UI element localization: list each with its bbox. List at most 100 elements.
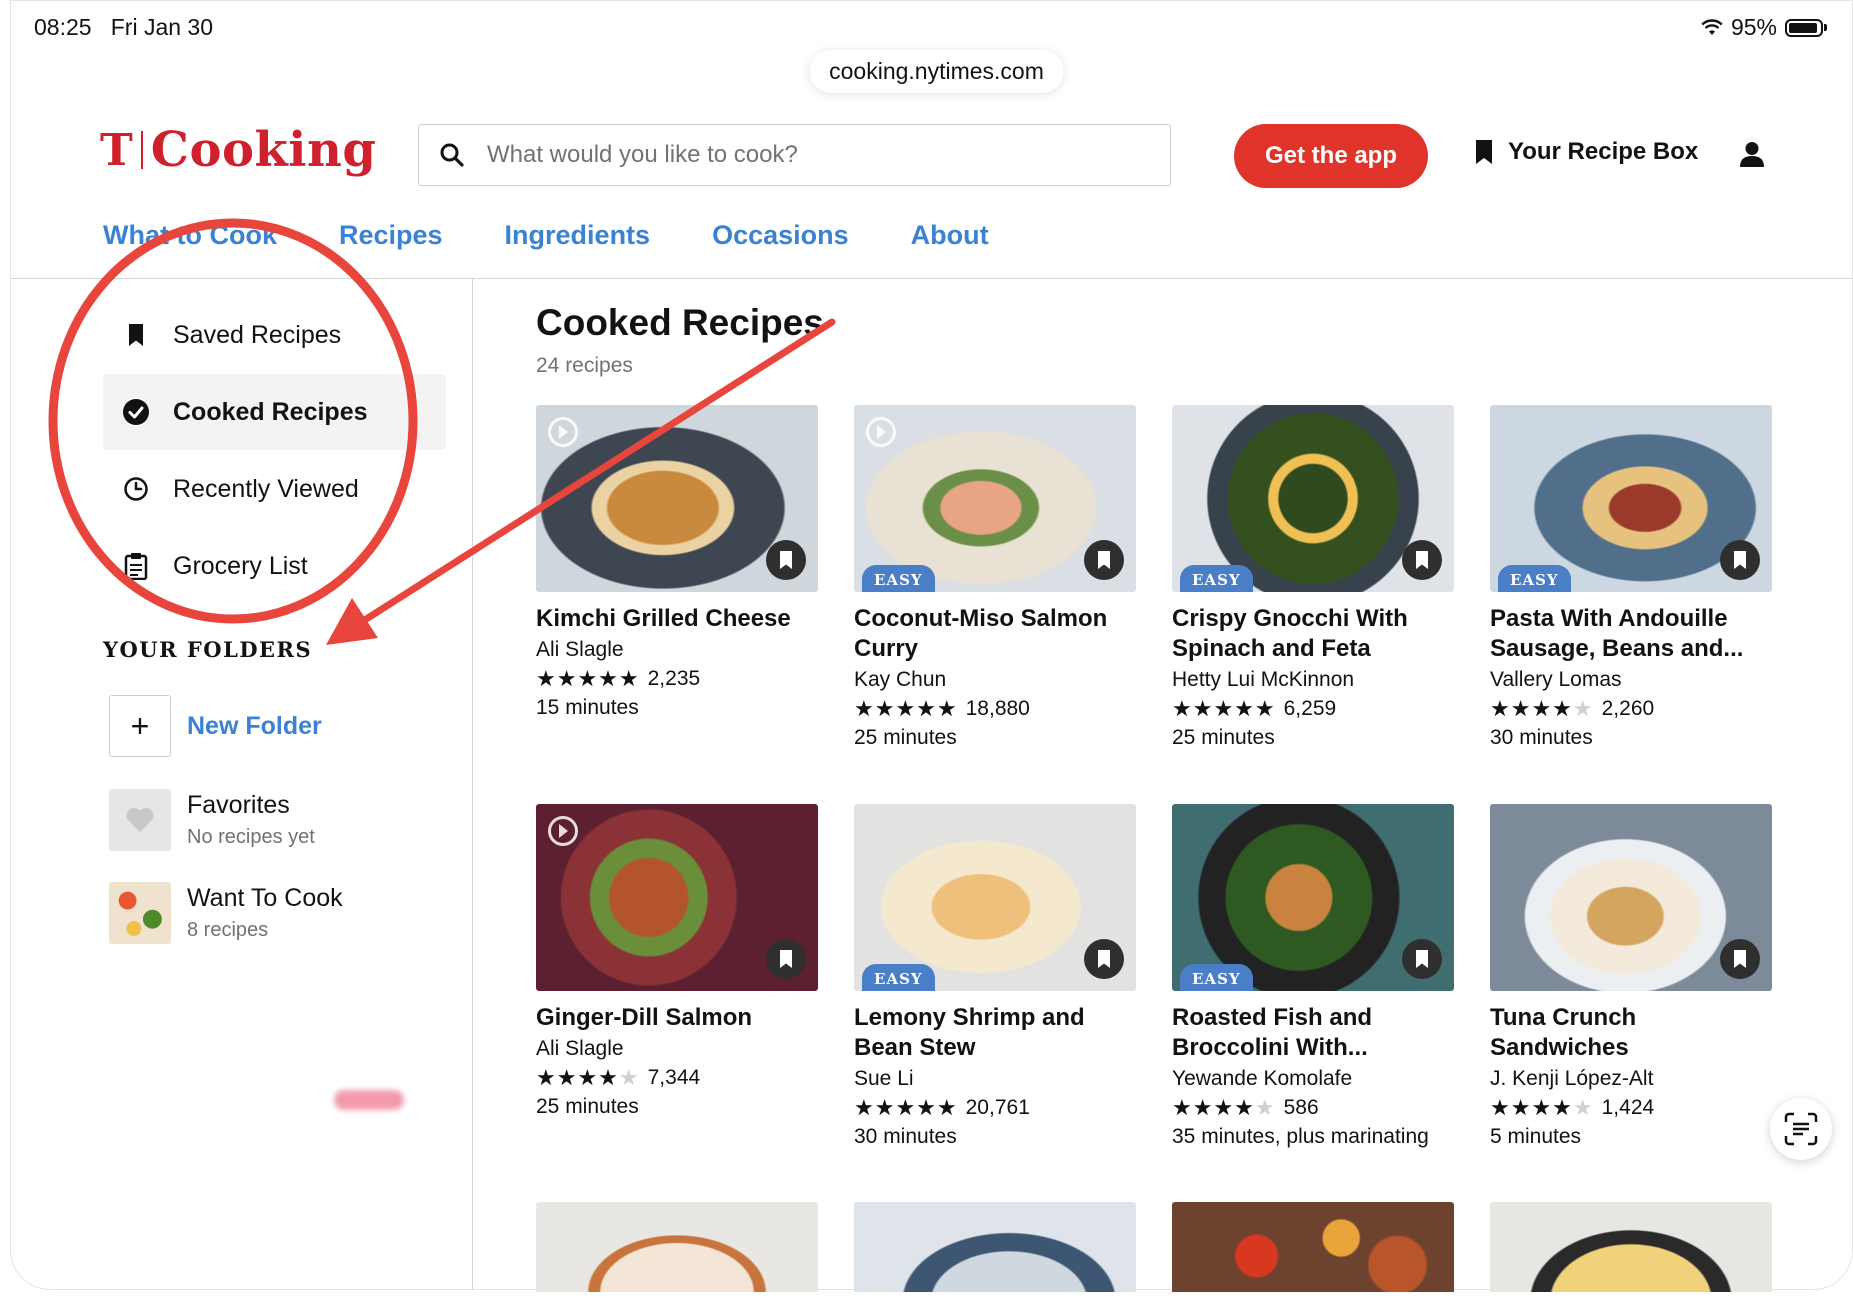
nav-what-to-cook[interactable]: What to Cook bbox=[103, 220, 277, 251]
clipboard-icon bbox=[124, 553, 148, 580]
easy-badge: EASY bbox=[862, 964, 935, 991]
recipe-rating: ★★★★★★★★★★ 2,260 bbox=[1490, 696, 1772, 722]
new-folder-label: New Folder bbox=[187, 711, 322, 740]
folder-want-to-cook[interactable]: Want To Cook 8 recipes bbox=[109, 882, 343, 944]
recipe-card-image[interactable] bbox=[1490, 1202, 1772, 1292]
nyt-cooking-logo[interactable]: T Cooking bbox=[100, 122, 376, 178]
recipe-card-image[interactable] bbox=[536, 1202, 818, 1292]
recipe-card[interactable]: EASY Roasted Fish and Broccolini With... Y… bbox=[1172, 804, 1454, 1149]
search-input[interactable] bbox=[485, 140, 1129, 170]
cooking-wordmark: Cooking bbox=[150, 122, 377, 178]
bookmark-icon bbox=[1476, 140, 1492, 164]
recipe-card[interactable]: EASY Crispy Gnocchi With Spinach and Feta… bbox=[1172, 405, 1454, 750]
save-bookmark-icon[interactable] bbox=[766, 540, 806, 580]
sidebar-item-grocery-list[interactable]: Grocery List bbox=[103, 528, 446, 604]
new-folder-button[interactable]: + New Folder bbox=[109, 695, 322, 757]
bookmark-icon bbox=[129, 324, 143, 346]
star-rating-icon: ★★★★★★★★★★ bbox=[1490, 696, 1594, 721]
nav-divider bbox=[10, 278, 1853, 279]
star-rating-icon: ★★★★★★★★★★ bbox=[854, 696, 958, 721]
save-bookmark-icon[interactable] bbox=[1084, 939, 1124, 979]
nav-recipes[interactable]: Recipes bbox=[339, 220, 443, 251]
recipe-card[interactable]: Ginger-Dill Salmon Ali Slagle ★★★★★★★★★★ 7,… bbox=[536, 804, 818, 1119]
recipe-card[interactable]: Tuna Crunch Sandwiches J. Kenji López-Alt… bbox=[1490, 804, 1772, 1149]
nav-about[interactable]: About bbox=[911, 220, 989, 251]
recipe-image[interactable]: EASY bbox=[854, 405, 1136, 592]
save-bookmark-icon[interactable] bbox=[1720, 939, 1760, 979]
save-bookmark-icon[interactable] bbox=[1084, 540, 1124, 580]
save-bookmark-icon[interactable] bbox=[766, 939, 806, 979]
rating-count: 18,880 bbox=[965, 697, 1030, 720]
recipe-image[interactable]: EASY bbox=[854, 804, 1136, 991]
sidebar-item-label: Saved Recipes bbox=[173, 320, 342, 349]
save-bookmark-icon[interactable] bbox=[1402, 939, 1442, 979]
recipe-box-link[interactable]: Your Recipe Box bbox=[1474, 138, 1698, 166]
sidebar-item-cooked-recipes[interactable]: Cooked Recipes bbox=[103, 374, 446, 450]
your-folders-heading: YOUR FOLDERS bbox=[103, 637, 313, 662]
recipe-title[interactable]: Lemony Shrimp and Bean Stew bbox=[854, 1003, 1136, 1063]
star-rating-icon: ★★★★★★★★★★ bbox=[854, 1095, 958, 1120]
redaction-smudge bbox=[334, 1090, 404, 1110]
get-the-app-button[interactable]: Get the app bbox=[1234, 124, 1428, 188]
recipe-card[interactable]: EASY Pasta With Andouille Sausage, Beans … bbox=[1490, 405, 1772, 750]
recipe-rating: ★★★★★ ★★★★★ 20,761 bbox=[854, 1095, 1136, 1121]
recipe-time: 25 minutes bbox=[536, 1095, 639, 1118]
star-rating-icon: ★★★★★★★★★★ bbox=[1490, 1095, 1594, 1120]
star-rating-icon: ★★★★★★★★★★ bbox=[1172, 1095, 1276, 1120]
folder-favorites[interactable]: Favorites No recipes yet bbox=[109, 789, 315, 851]
star-rating-icon: ★★★★★★★★★★ bbox=[536, 666, 640, 691]
nav-occasions[interactable]: Occasions bbox=[712, 220, 849, 251]
nav-ingredients[interactable]: Ingredients bbox=[505, 220, 651, 251]
save-bookmark-icon[interactable] bbox=[1402, 540, 1442, 580]
recipe-time: 25 minutes bbox=[854, 726, 957, 749]
recipe-title[interactable]: Coconut-Miso Salmon Curry bbox=[854, 604, 1136, 664]
folder-count: No recipes yet bbox=[187, 826, 315, 848]
recipe-title[interactable]: Ginger-Dill Salmon bbox=[536, 1003, 818, 1033]
battery-percent: 95% bbox=[1730, 14, 1777, 40]
plus-icon: + bbox=[109, 695, 171, 757]
status-date: Fri Jan 30 bbox=[110, 14, 213, 40]
recipe-image[interactable]: EASY bbox=[1172, 804, 1454, 991]
save-bookmark-icon[interactable] bbox=[1720, 540, 1760, 580]
easy-badge: EASY bbox=[1180, 964, 1253, 991]
recipe-title[interactable]: Roasted Fish and Broccolini With... bbox=[1172, 1003, 1454, 1063]
recipe-time: 35 minutes, plus marinating bbox=[1172, 1125, 1429, 1148]
recipe-card-image[interactable] bbox=[1172, 1202, 1454, 1292]
recipe-card[interactable]: EASY Coconut-Miso Salmon Curry Kay Chun ★★★… bbox=[854, 405, 1136, 750]
recipe-title[interactable]: Pasta With Andouille Sausage, Beans and.… bbox=[1490, 604, 1772, 664]
recipe-image[interactable]: EASY bbox=[1490, 405, 1772, 592]
recipe-title[interactable]: Tuna Crunch Sandwiches bbox=[1490, 1003, 1772, 1063]
recipe-rating: ★★★★★ ★★★★★ 18,880 bbox=[854, 696, 1136, 722]
sidebar-item-recently-viewed[interactable]: Recently Viewed bbox=[103, 451, 446, 527]
recipe-card[interactable]: Kimchi Grilled Cheese Ali Slagle ★★★★★ ★★★★… bbox=[536, 405, 818, 720]
recipe-rating: ★★★★★ ★★★★★ 2,235 bbox=[536, 666, 818, 692]
url-bar[interactable]: cooking.nytimes.com bbox=[809, 50, 1064, 93]
rating-count: 586 bbox=[1283, 1096, 1319, 1119]
folder-thumbnail bbox=[109, 882, 171, 944]
recipe-card-image[interactable] bbox=[854, 1202, 1136, 1292]
recipe-title[interactable]: Crispy Gnocchi With Spinach and Feta bbox=[1172, 604, 1454, 664]
video-play-icon bbox=[548, 816, 578, 846]
recipe-author: Ali Slagle bbox=[536, 638, 624, 661]
recipe-title[interactable]: Kimchi Grilled Cheese bbox=[536, 604, 818, 634]
recipe-rating: ★★★★★ ★★★★★ 6,259 bbox=[1172, 696, 1454, 722]
recipe-time: 5 minutes bbox=[1490, 1125, 1582, 1148]
scan-text-button[interactable] bbox=[1770, 1098, 1832, 1160]
sidebar-item-saved-recipes[interactable]: Saved Recipes bbox=[103, 297, 446, 373]
video-play-icon bbox=[866, 417, 896, 447]
recipe-author: Yewande Komolafe bbox=[1172, 1067, 1353, 1090]
search-bar[interactable] bbox=[418, 124, 1171, 186]
rating-count: 1,424 bbox=[1601, 1096, 1655, 1119]
recipe-image[interactable] bbox=[536, 804, 818, 991]
user-account-icon[interactable] bbox=[1738, 140, 1766, 168]
status-indicators: 95% bbox=[1701, 14, 1827, 41]
recipe-image[interactable] bbox=[1490, 804, 1772, 991]
recipe-time: 15 minutes bbox=[536, 696, 639, 719]
recipe-card[interactable]: EASY Lemony Shrimp and Bean Stew Sue Li ★★★… bbox=[854, 804, 1136, 1149]
recipe-image[interactable] bbox=[536, 405, 818, 592]
heart-icon bbox=[109, 789, 171, 851]
easy-badge: EASY bbox=[862, 565, 935, 592]
recipe-author: Hetty Lui McKinnon bbox=[1172, 668, 1355, 691]
status-time: 08:25 Fri Jan 30 bbox=[34, 14, 213, 40]
recipe-image[interactable]: EASY bbox=[1172, 405, 1454, 592]
